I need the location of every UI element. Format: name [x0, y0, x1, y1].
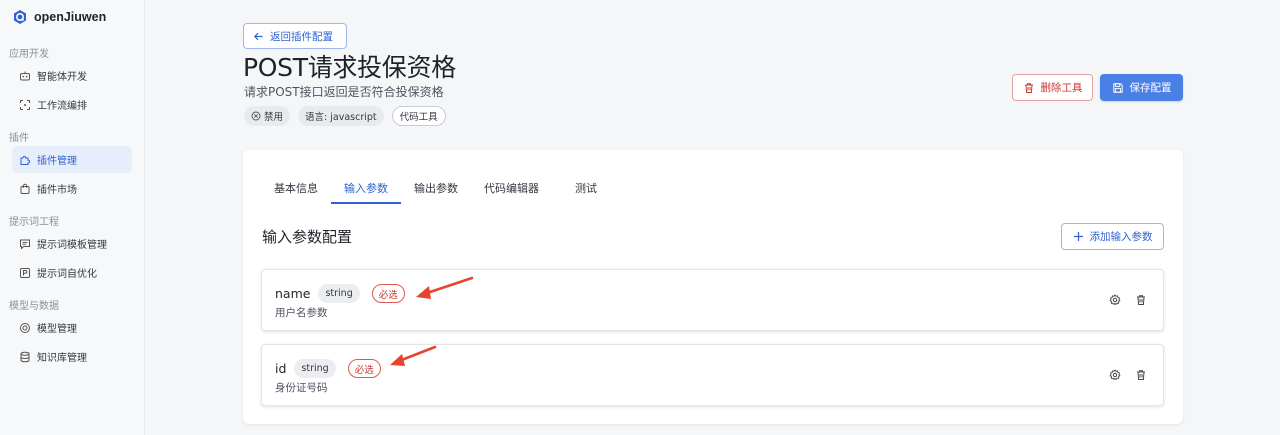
- back-to-plugin-config-button[interactable]: 返回插件配置: [243, 23, 347, 49]
- chat-icon: [20, 239, 30, 250]
- sidebar-item-label: 智能体开发: [37, 72, 87, 83]
- prompt-optimize-icon: [20, 267, 30, 278]
- gear-icon[interactable]: [1109, 294, 1121, 306]
- tab-basic-info[interactable]: 基本信息: [261, 172, 331, 204]
- tool-type-badge: 代码工具: [391, 106, 446, 126]
- robot-icon: [20, 71, 30, 80]
- delete-tool-button[interactable]: 删除工具: [1012, 74, 1093, 101]
- trash-icon[interactable]: [1135, 369, 1147, 381]
- required-badge: 必选: [347, 359, 381, 378]
- plugin-icon: [20, 155, 31, 165]
- param-actions: [1109, 294, 1147, 306]
- status-badge-label: 禁用: [264, 112, 284, 123]
- tab-output-params[interactable]: 输出参数: [401, 172, 471, 204]
- config-tabs: 基本信息 输入参数 输出参数 代码编辑器 测试: [261, 172, 610, 204]
- param-header: name string 必选: [275, 284, 405, 303]
- back-button-label: 返回插件配置: [270, 30, 333, 43]
- delete-tool-label: 删除工具: [1040, 82, 1083, 94]
- param-type-badge: string: [294, 359, 336, 378]
- nav-group-label: 插件: [9, 133, 29, 144]
- param-header: id string 必选: [275, 359, 381, 378]
- sidebar-item-plugin-management[interactable]: 插件管理: [12, 146, 132, 173]
- sidebar-item-label: 插件管理: [37, 156, 77, 167]
- save-icon: [1112, 82, 1123, 93]
- sidebar-item-plugin-market[interactable]: 插件市场: [12, 175, 132, 202]
- page-title: POST请求投保资格: [243, 53, 456, 82]
- sidebar-item-agent-dev[interactable]: 智能体开发: [12, 62, 132, 89]
- sidebar-item-label: 插件市场: [37, 185, 77, 196]
- sidebar-item-label: 模型管理: [37, 324, 77, 335]
- sidebar-item-model-management[interactable]: 模型管理: [12, 314, 132, 341]
- logo-icon: [14, 10, 26, 24]
- brand[interactable]: openJiuwen: [12, 8, 106, 26]
- language-badge: 语言: javascript: [298, 106, 384, 126]
- sidebar-item-prompt-optimize[interactable]: 提示词自优化: [12, 259, 132, 286]
- required-badge: 必选: [371, 284, 405, 303]
- tab-input-params[interactable]: 输入参数: [331, 172, 401, 204]
- param-actions: [1109, 369, 1147, 381]
- nav-group-label: 提示词工程: [9, 217, 59, 228]
- tool-meta-chips: 禁用 语言: javascript 代码工具: [244, 106, 446, 126]
- sidebar-item-label: 工作流编排: [37, 101, 87, 112]
- sidebar-item-label: 知识库管理: [37, 353, 87, 364]
- tool-type-badge-label: 代码工具: [399, 112, 438, 123]
- sidebar-item-label: 提示词模板管理: [37, 240, 107, 251]
- annotation-arrow: [416, 276, 474, 299]
- plus-icon: [1073, 232, 1083, 241]
- annotation-arrow: [390, 345, 437, 366]
- sidebar-item-workflow[interactable]: 工作流编排: [12, 91, 132, 118]
- param-description: 用户名参数: [275, 307, 328, 319]
- gear-icon[interactable]: [1109, 369, 1121, 381]
- section-title: 输入参数配置: [262, 228, 353, 246]
- param-item: name string 必选 用户名参数: [261, 269, 1164, 331]
- param-description: 身份证号码: [275, 382, 328, 394]
- status-badge: 禁用: [244, 106, 291, 126]
- sidebar-item-knowledge-base[interactable]: 知识库管理: [12, 343, 132, 370]
- model-icon: [20, 322, 30, 333]
- sidebar: openJiuwen 应用开发 智能体开发 工作流编排 插件 插件管理 插件市场…: [0, 0, 145, 435]
- sidebar-item-prompt-templates[interactable]: 提示词模板管理: [12, 230, 132, 257]
- workflow-icon: [20, 99, 30, 110]
- trash-icon: [1024, 82, 1033, 93]
- app-name: openJiuwen: [34, 10, 107, 24]
- trash-icon[interactable]: [1135, 294, 1147, 306]
- param-type-badge: string: [318, 284, 360, 303]
- database-icon: [20, 351, 30, 362]
- nav-group-label: 应用开发: [9, 49, 49, 60]
- save-config-label: 保存配置: [1129, 82, 1172, 94]
- param-name: id: [275, 361, 287, 376]
- save-config-button[interactable]: 保存配置: [1100, 74, 1183, 101]
- arrow-left-icon: [253, 32, 263, 40]
- language-badge-label: 语言: javascript: [305, 112, 377, 123]
- add-input-param-button[interactable]: 添加输入参数: [1061, 223, 1164, 250]
- shopping-bag-icon: [20, 183, 30, 194]
- disabled-icon: [251, 111, 261, 121]
- param-name: name: [275, 286, 311, 301]
- add-input-param-label: 添加输入参数: [1089, 231, 1153, 243]
- sidebar-item-label: 提示词自优化: [37, 269, 97, 280]
- tab-code-editor[interactable]: 代码编辑器: [471, 172, 552, 204]
- nav-group-label: 模型与数据: [9, 301, 59, 312]
- page-description: 请求POST接口返回是否符合投保资格: [244, 85, 444, 99]
- tool-config-card: 基本信息 输入参数 输出参数 代码编辑器 测试 输入参数配置 添加输入参数 na…: [243, 150, 1183, 424]
- tab-test[interactable]: 测试: [552, 172, 610, 204]
